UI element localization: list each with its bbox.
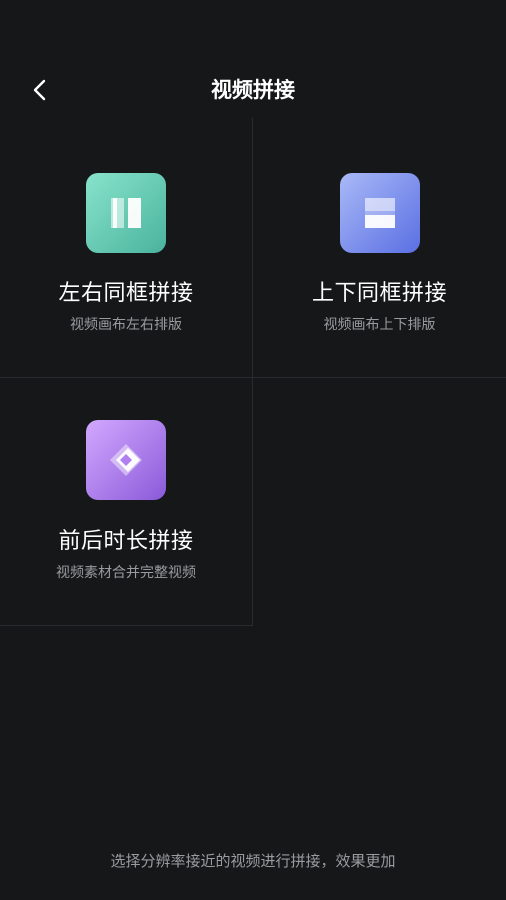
option-subtitle: 视频画布左右排版 — [70, 317, 182, 333]
option-subtitle: 视频画布上下排版 — [323, 317, 436, 333]
option-title: 左右同框拼接 — [58, 281, 194, 306]
option-icon-tile — [86, 420, 166, 500]
option-subtitle: 视频素材合并完整视频 — [56, 565, 196, 581]
footer-tip: 选择分辨率接近的视频进行拼接，效果更加 — [110, 852, 396, 870]
option-icon-tile — [86, 173, 166, 253]
split-vertical-icon — [111, 198, 141, 228]
option-title: 前后时长拼接 — [58, 529, 194, 554]
option-top-bottom-splice[interactable]: 上下同框拼接 视频画布上下排版 — [253, 118, 506, 378]
option-left-right-splice[interactable]: 左右同框拼接 视频画布左右排版 — [0, 118, 253, 378]
option-icon-tile — [339, 173, 420, 253]
page-title: 视频拼接 — [211, 78, 295, 102]
option-sequential-splice[interactable]: 前后时长拼接 视频素材合并完整视频 — [0, 378, 253, 626]
top-bar: 视频拼接 — [0, 62, 506, 118]
sequence-diamond-icon — [110, 444, 142, 476]
split-horizontal-icon — [364, 198, 395, 228]
option-title: 上下同框拼接 — [311, 281, 447, 306]
